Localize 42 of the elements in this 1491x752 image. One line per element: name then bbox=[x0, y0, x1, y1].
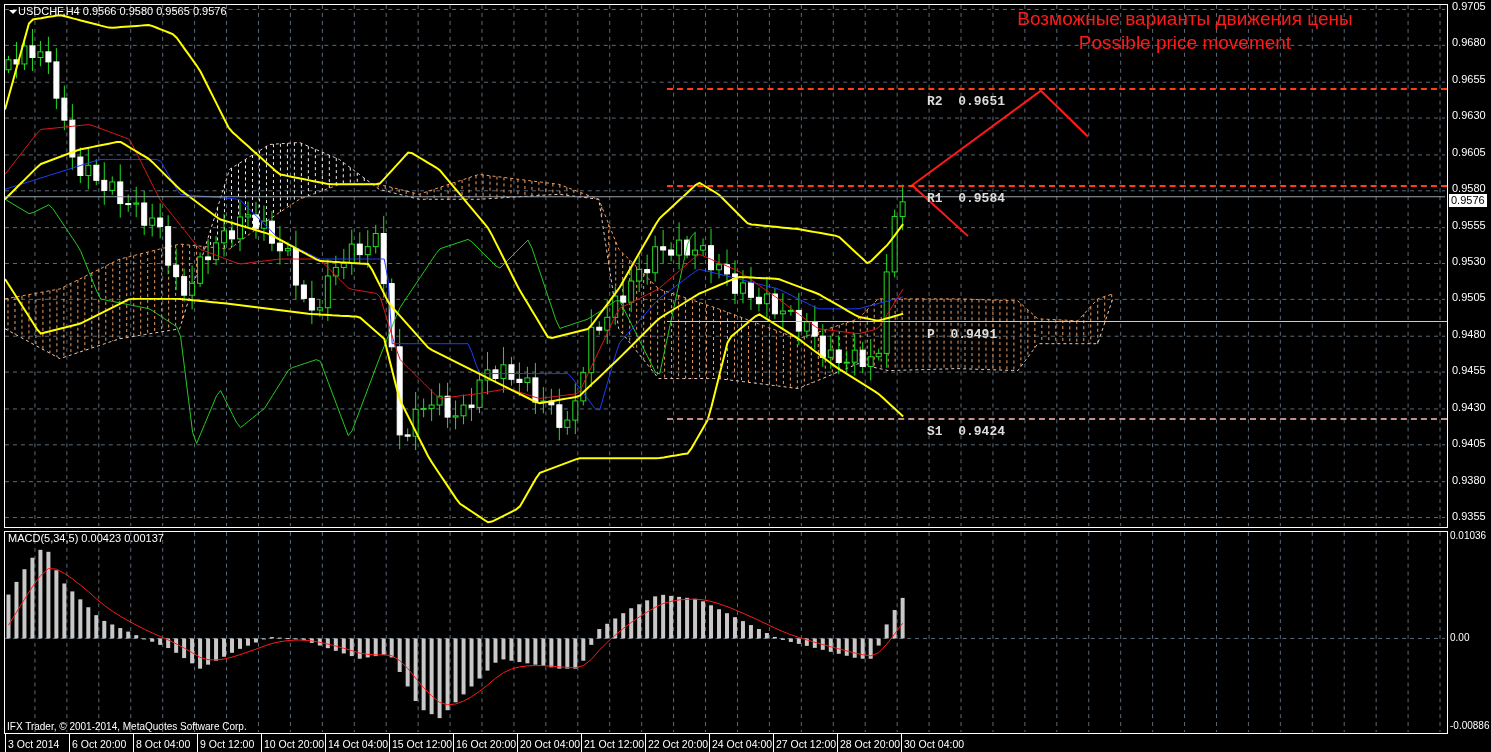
price-tick-label: 0.9530 bbox=[1452, 256, 1486, 267]
current-price-label: 0.9576 bbox=[1449, 193, 1487, 207]
indicator-tick-label: 0.01036 bbox=[1450, 530, 1487, 541]
annotation-text: Возможные варианты движения цены bbox=[1016, 7, 1354, 31]
price-tick-label: 0.9630 bbox=[1452, 110, 1486, 122]
level-label: P 0.9491 bbox=[927, 327, 998, 342]
price-tick-label: 0.9505 bbox=[1452, 292, 1486, 304]
price-tick-label: 0.9480 bbox=[1452, 328, 1486, 340]
time-axis-label: 6 Oct 20:00 bbox=[69, 734, 133, 752]
price-tick-label: 0.9405 bbox=[1452, 438, 1486, 450]
price-tick-label: 0.9430 bbox=[1452, 401, 1486, 413]
time-axis-label: 15 Oct 12:00 bbox=[389, 734, 453, 752]
annotation-text: Possible price movement bbox=[1077, 31, 1293, 55]
price-tick-label: 0.9680 bbox=[1452, 37, 1486, 49]
price-tick-label: 0.9705 bbox=[1452, 1, 1486, 12]
level-label: R2 0.9651 bbox=[927, 94, 1005, 109]
time-axis-label: 20 Oct 04:00 bbox=[517, 734, 581, 752]
time-axis-label: 24 Oct 04:00 bbox=[709, 734, 773, 752]
price-tick-label: 0.9355 bbox=[1452, 511, 1486, 522]
price-tick-label: 0.9555 bbox=[1452, 219, 1486, 231]
chart-title: USDCHF,H4 0.9566 0.9580 0.9565 0.9576 bbox=[18, 5, 227, 17]
time-axis-label: 8 Oct 04:00 bbox=[133, 734, 197, 752]
time-axis-label: 30 Oct 04:00 bbox=[901, 734, 965, 752]
time-axis-label: 27 Oct 12:00 bbox=[773, 734, 837, 752]
time-axis-label: 10 Oct 20:00 bbox=[261, 734, 325, 752]
price-tick-label: 0.9380 bbox=[1452, 474, 1486, 486]
level-label: S1 0.9424 bbox=[927, 424, 1005, 439]
price-tick-label: 0.9580 bbox=[1452, 183, 1486, 195]
indicator-title: MACD(5,34,5) 0.00423 0.00137 bbox=[8, 532, 164, 544]
time-axis-label: 3 Oct 2014 bbox=[5, 734, 69, 752]
time-axis-label: 14 Oct 04:00 bbox=[325, 734, 389, 752]
price-tick-label: 0.9455 bbox=[1452, 365, 1486, 377]
time-axis-label: 9 Oct 12:00 bbox=[197, 734, 261, 752]
time-axis-label: 28 Oct 20:00 bbox=[837, 734, 901, 752]
price-tick-label: 0.9605 bbox=[1452, 146, 1486, 158]
time-axis-label: 22 Oct 20:00 bbox=[645, 734, 709, 752]
copyright-text: IFX Trader, © 2001-2014, MetaQuotes Software Corp. bbox=[7, 721, 247, 732]
time-axis-label: 16 Oct 20:00 bbox=[453, 734, 517, 752]
indicator-tick-label: -0.00886 bbox=[1450, 720, 1490, 731]
time-axis-label: 21 Oct 12:00 bbox=[581, 734, 645, 752]
price-tick-label: 0.9655 bbox=[1452, 73, 1486, 85]
indicator-tick-label: 0.00 bbox=[1450, 632, 1470, 644]
